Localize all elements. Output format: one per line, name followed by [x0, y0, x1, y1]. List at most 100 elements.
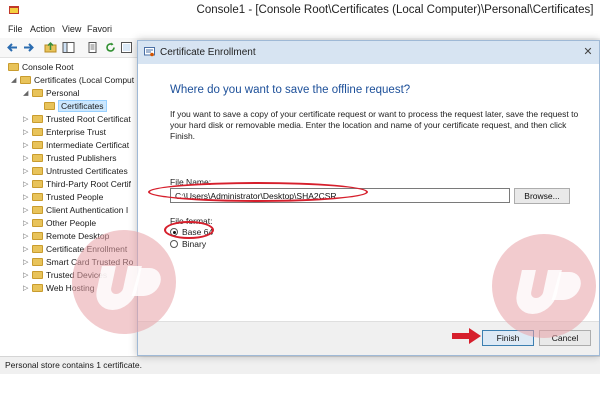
tree-item-label: Personal	[46, 88, 80, 98]
certificate-icon	[144, 47, 155, 57]
tree-expand-icon[interactable]: ▷	[23, 243, 28, 256]
back-arrow-icon[interactable]	[6, 41, 19, 54]
dialog-footer: Finish Cancel	[138, 321, 599, 355]
tree-item[interactable]: ◢ Personal	[23, 87, 80, 100]
tree-expand-icon[interactable]: ▷	[23, 269, 28, 282]
close-icon[interactable]: ✕	[581, 45, 595, 59]
folder-icon	[32, 115, 43, 123]
console-tree: Console Root ◢ Certificates (Local Comput ◢…	[0, 59, 138, 356]
tree-expand-icon[interactable]: ▷	[23, 204, 28, 217]
tree-expand-icon[interactable]: ▷	[23, 165, 28, 178]
tree-expand-icon[interactable]: ◢	[23, 87, 28, 100]
folder-icon	[44, 102, 55, 110]
tree-expand-icon[interactable]: ◢	[11, 74, 16, 87]
tree-item[interactable]: ▷ Web Hosting	[23, 282, 95, 295]
tree-item-label: Trusted Root Certificat	[46, 114, 131, 124]
tree-item-label: Intermediate Certificat	[46, 140, 130, 150]
folder-icon	[32, 128, 43, 136]
tree-item[interactable]: ▷ Untrusted Certificates	[23, 165, 128, 178]
radio-selected-icon[interactable]	[170, 228, 178, 236]
format-base64-label: Base 64	[182, 227, 214, 237]
tree-item[interactable]: ▷ Enterprise Trust	[23, 126, 106, 139]
tree-item[interactable]: ▷ Client Authentication I	[23, 204, 129, 217]
tree-item-label: Other People	[46, 218, 97, 228]
tree-expand-icon[interactable]: ▷	[23, 217, 28, 230]
tree-item[interactable]: ▷ Intermediate Certificat	[23, 139, 130, 152]
tree-expand-icon[interactable]: ▷	[23, 113, 28, 126]
tree-item-label: Third-Party Root Certif	[46, 179, 132, 189]
help-icon[interactable]	[120, 41, 133, 54]
dialog-heading: Where do you want to save the offline re…	[170, 84, 411, 96]
dialog-title-bar[interactable]: Certificate Enrollment ✕	[138, 41, 599, 64]
tree-item[interactable]: ▷ Trusted Devices	[23, 269, 108, 282]
certificate-enrollment-dialog: Certificate Enrollment ✕ Where do you wa…	[137, 40, 600, 356]
tree-item[interactable]: ▷ Certificate Enrollment	[23, 243, 128, 256]
tree-item-label: Enterprise Trust	[46, 127, 106, 137]
menu-view[interactable]: View	[62, 24, 81, 34]
tree-item[interactable]: ▷ Other People	[23, 217, 97, 230]
tree-item[interactable]: ▷ Smart Card Trusted Ro	[23, 256, 134, 269]
format-binary-label: Binary	[182, 239, 207, 249]
menu-action[interactable]: Action	[30, 24, 55, 34]
tree-expand-icon[interactable]: ▷	[23, 256, 28, 269]
dialog-title: Certificate Enrollment	[160, 47, 256, 58]
tree-expand-icon[interactable]: ▷	[23, 152, 28, 165]
tree-item-label: Certificate Enrollment	[46, 244, 128, 254]
folder-icon	[32, 284, 43, 292]
tree-item-label: Remote Desktop	[46, 231, 110, 241]
tree-expand-icon[interactable]: ▷	[23, 230, 28, 243]
file-name-label: File Name:	[170, 177, 212, 187]
tree-item-label: Trusted Publishers	[46, 153, 117, 163]
dialog-description: If you want to save a copy of your certi…	[170, 109, 579, 141]
browse-button[interactable]: Browse...	[514, 188, 570, 204]
folder-icon	[32, 89, 43, 97]
folder-icon	[32, 167, 43, 175]
folder-icon	[32, 180, 43, 188]
tree-item[interactable]: ▷ Trusted Publishers	[23, 152, 117, 165]
tree-item-label: Trusted Devices	[46, 270, 108, 280]
tree-expand-icon[interactable]: ▷	[23, 139, 28, 152]
tree-item-label: Client Authentication I	[46, 205, 129, 215]
tree-item-label: Certificates	[58, 100, 107, 112]
folder-icon	[32, 219, 43, 227]
file-format-label: File format:	[170, 216, 213, 226]
cancel-button[interactable]: Cancel	[539, 330, 591, 346]
format-binary-radio[interactable]: Binary	[170, 238, 206, 250]
tree-item[interactable]: ▷ Trusted People	[23, 191, 103, 204]
tree-expand-icon[interactable]: ▷	[23, 191, 28, 204]
tree-item-label: Untrusted Certificates	[46, 166, 128, 176]
menu-favorites[interactable]: Favori	[87, 24, 112, 34]
tree-item-label: Smart Card Trusted Ro	[46, 257, 134, 267]
refresh-icon[interactable]	[104, 41, 117, 54]
tree-item[interactable]: Console Root	[8, 61, 74, 74]
tree-item[interactable]: ◢ Certificates (Local Comput	[11, 74, 135, 87]
tree-expand-icon[interactable]: ▷	[23, 126, 28, 139]
tree-expand-icon[interactable]: ▷	[23, 178, 28, 191]
tree-item-label: Certificates (Local Comput	[34, 75, 135, 85]
tree-expand-icon[interactable]: ▷	[23, 282, 28, 295]
radio-unselected-icon[interactable]	[170, 240, 178, 248]
file-name-input[interactable]	[170, 188, 510, 203]
properties-icon[interactable]	[86, 41, 99, 54]
format-base64-radio[interactable]: Base 64	[170, 226, 213, 238]
show-hide-tree-icon[interactable]	[62, 41, 75, 54]
title-bar: Console1 - [Console Root\Certificates (L…	[0, 0, 600, 22]
tree-item[interactable]: Certificates	[44, 100, 107, 113]
folder-icon	[32, 271, 43, 279]
menu-file[interactable]: File	[8, 24, 23, 34]
tree-item[interactable]: ▷ Trusted Root Certificat	[23, 113, 131, 126]
finish-button[interactable]: Finish	[482, 330, 534, 346]
tree-item[interactable]: ▷ Third-Party Root Certif	[23, 178, 132, 191]
red-arrow-icon	[452, 328, 481, 344]
folder-icon	[32, 206, 43, 214]
folder-icon	[32, 141, 43, 149]
window-title: Console1 - [Console Root\Certificates (L…	[196, 4, 594, 16]
forward-arrow-icon[interactable]	[22, 41, 35, 54]
bottom-area	[0, 374, 600, 400]
tree-item-label: Console Root	[22, 62, 74, 72]
tree-item[interactable]: ▷ Remote Desktop	[23, 230, 110, 243]
folder-icon	[32, 193, 43, 201]
folder-icon	[32, 232, 43, 240]
up-folder-icon[interactable]	[44, 41, 57, 54]
menu-bar: File Action View Favori	[0, 22, 600, 38]
